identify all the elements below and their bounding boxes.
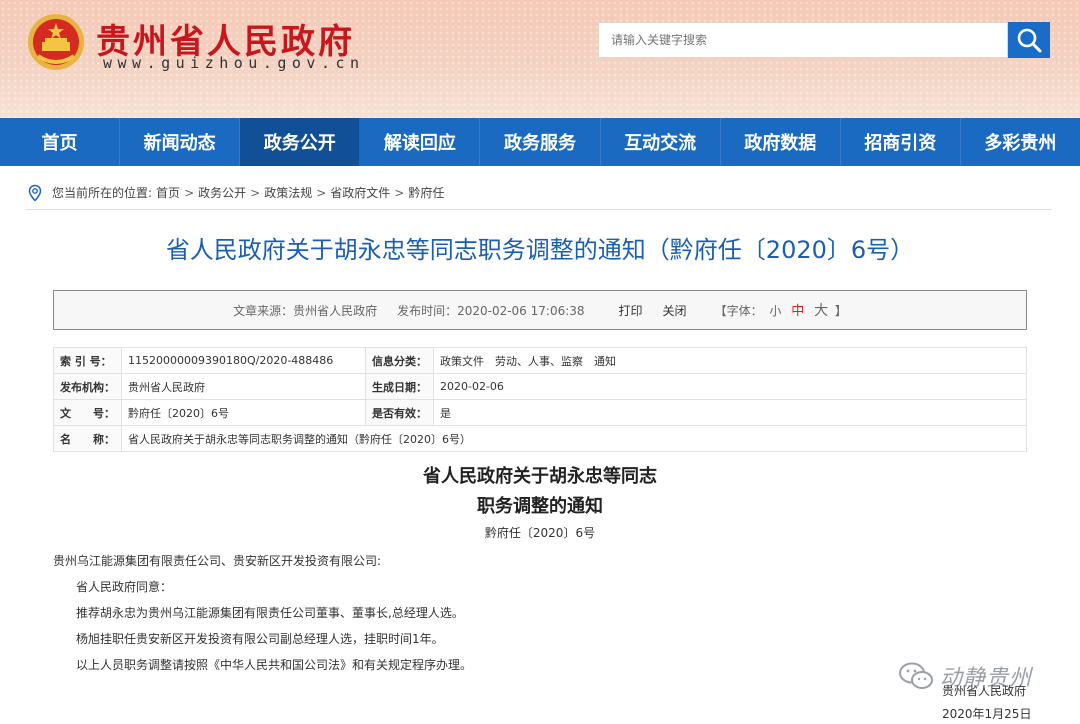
site-header: 贵州省人民政府 www.guizhou.gov.cn [0, 0, 1080, 118]
article-meta-bar: 文章来源：贵州省人民政府 发布时间：2020-02-06 17:06:38 打印… [53, 290, 1027, 330]
nav-item-news[interactable]: 新闻动态 [120, 118, 241, 166]
name-label: 名 称： [53, 425, 122, 452]
table-row: 名 称： 省人民政府关于胡永忠等同志职务调整的通知（黔府任〔2020〕6号） [53, 425, 1027, 452]
breadcrumb-policy[interactable]: 政策法规 [264, 184, 312, 201]
nav-item-colorful-guizhou[interactable]: 多彩贵州 [961, 118, 1080, 166]
publish-time: 发布时间：2020-02-06 17:06:38 [397, 303, 585, 318]
date-value: 2020-02-06 [433, 373, 1027, 400]
nav-item-interpretation[interactable]: 解读回应 [360, 118, 481, 166]
name-value: 省人民政府关于胡永忠等同志职务调整的通知（黔府任〔2020〕6号） [121, 425, 1027, 452]
site-url: www.guizhou.gov.cn [103, 54, 365, 72]
breadcrumb-separator: > [250, 185, 261, 200]
font-medium-button[interactable]: 中 [791, 304, 804, 319]
nav-item-home[interactable]: 首页 [0, 118, 121, 166]
page-title: 省人民政府关于胡永忠等同志职务调整的通知（黔府任〔2020〕6号） [165, 236, 915, 264]
main-nav: 首页 新闻动态 政务公开 解读回应 政务服务 互动交流 政府数据 招商引资 多彩… [0, 118, 1080, 166]
breadcrumb-qianfuren[interactable]: 黔府任 [408, 184, 444, 201]
article-source: 文章来源：贵州省人民政府 [233, 303, 378, 318]
national-emblem-logo[interactable] [26, 12, 86, 72]
search-input[interactable] [599, 23, 1007, 57]
category-value: 政策文件 劳动、人事、监察 通知 [433, 347, 1027, 374]
table-row: 发布机构： 贵州省人民政府 生成日期： 2020-02-06 [53, 373, 1027, 400]
close-button[interactable]: 关闭 [663, 302, 687, 319]
date-label: 生成日期： [365, 373, 434, 400]
document-info-table: 索 引 号： 11520000009390180Q/2020-488486 信息… [53, 347, 1027, 452]
font-large-button[interactable]: 大 [814, 303, 828, 319]
breadcrumb-separator: > [394, 185, 405, 200]
body-document-number: 黔府任〔2020〕6号 [484, 526, 596, 540]
index-value: 11520000009390180Q/2020-488486 [121, 347, 366, 374]
paragraph-4: 以上人员职务调整请按照《中华人民共和国公司法》和有关规定程序办理。 [76, 658, 473, 672]
breadcrumb-home[interactable]: 首页 [156, 184, 180, 201]
breadcrumb: 您当前所在的位置: 首页 > 政务公开 > 政策法规 > 省政府文件 > 黔府任 [26, 176, 1052, 210]
valid-value: 是 [433, 399, 1027, 426]
docno-value: 黔府任〔2020〕6号 [121, 399, 366, 426]
nav-item-investment[interactable]: 招商引资 [841, 118, 961, 166]
breadcrumb-prefix: 您当前所在的位置: [52, 186, 153, 200]
font-label: 【字体： [714, 304, 763, 318]
body-title-line-1: 省人民政府关于胡永忠等同志 [423, 466, 657, 487]
table-row: 索 引 号： 11520000009390180Q/2020-488486 信息… [53, 347, 1027, 374]
breadcrumb-separator: > [316, 185, 327, 200]
print-button[interactable]: 打印 [619, 302, 643, 319]
font-small-button[interactable]: 小 [769, 304, 781, 318]
nav-item-services[interactable]: 政务服务 [480, 118, 601, 166]
category-label: 信息分类： [365, 347, 434, 374]
table-row: 文 号： 黔府任〔2020〕6号 是否有效： 是 [53, 399, 1027, 426]
issuer-label: 发布机构： [53, 373, 122, 400]
nav-item-gov-data[interactable]: 政府数据 [721, 118, 841, 166]
font-size-control: 【字体： 小 中 大 】 [715, 300, 847, 320]
paragraph-2: 推荐胡永忠为贵州乌江能源集团有限责任公司董事、董事长,总经理人选。 [76, 606, 464, 620]
issuer-value: 贵州省人民政府 [121, 373, 366, 400]
signature-organization: 贵州省人民政府 [942, 684, 1027, 698]
search-button[interactable] [1008, 22, 1050, 58]
breadcrumb-gov-affairs[interactable]: 政务公开 [198, 184, 246, 201]
search-icon [1017, 28, 1042, 53]
nav-item-gov-affairs[interactable]: 政务公开 [240, 118, 361, 166]
body-title-line-2: 职务调整的通知 [477, 496, 603, 517]
search-box [598, 22, 1008, 58]
addressee: 贵州乌江能源集团有限责任公司、贵安新区开发投资有限公司: [53, 554, 382, 568]
docno-label: 文 号： [53, 399, 122, 426]
signature-date: 2020年1月25日 [942, 707, 1032, 721]
valid-label: 是否有效： [365, 399, 434, 426]
nav-item-interaction[interactable]: 互动交流 [601, 118, 721, 166]
paragraph-1: 省人民政府同意： [76, 580, 173, 594]
index-label: 索 引 号： [53, 347, 122, 374]
font-label-end: 】 [834, 304, 847, 318]
body-title: 省人民政府关于胡永忠等同志 职务调整的通知 [0, 462, 1080, 522]
breadcrumb-separator: > [184, 185, 195, 200]
wechat-icon [899, 662, 933, 689]
location-pin-icon [28, 184, 42, 202]
breadcrumb-provincial-docs[interactable]: 省政府文件 [330, 184, 390, 201]
paragraph-3: 杨旭挂职任贵安新区开发投资有限公司副总经理人选，挂职时间1年。 [76, 632, 444, 646]
